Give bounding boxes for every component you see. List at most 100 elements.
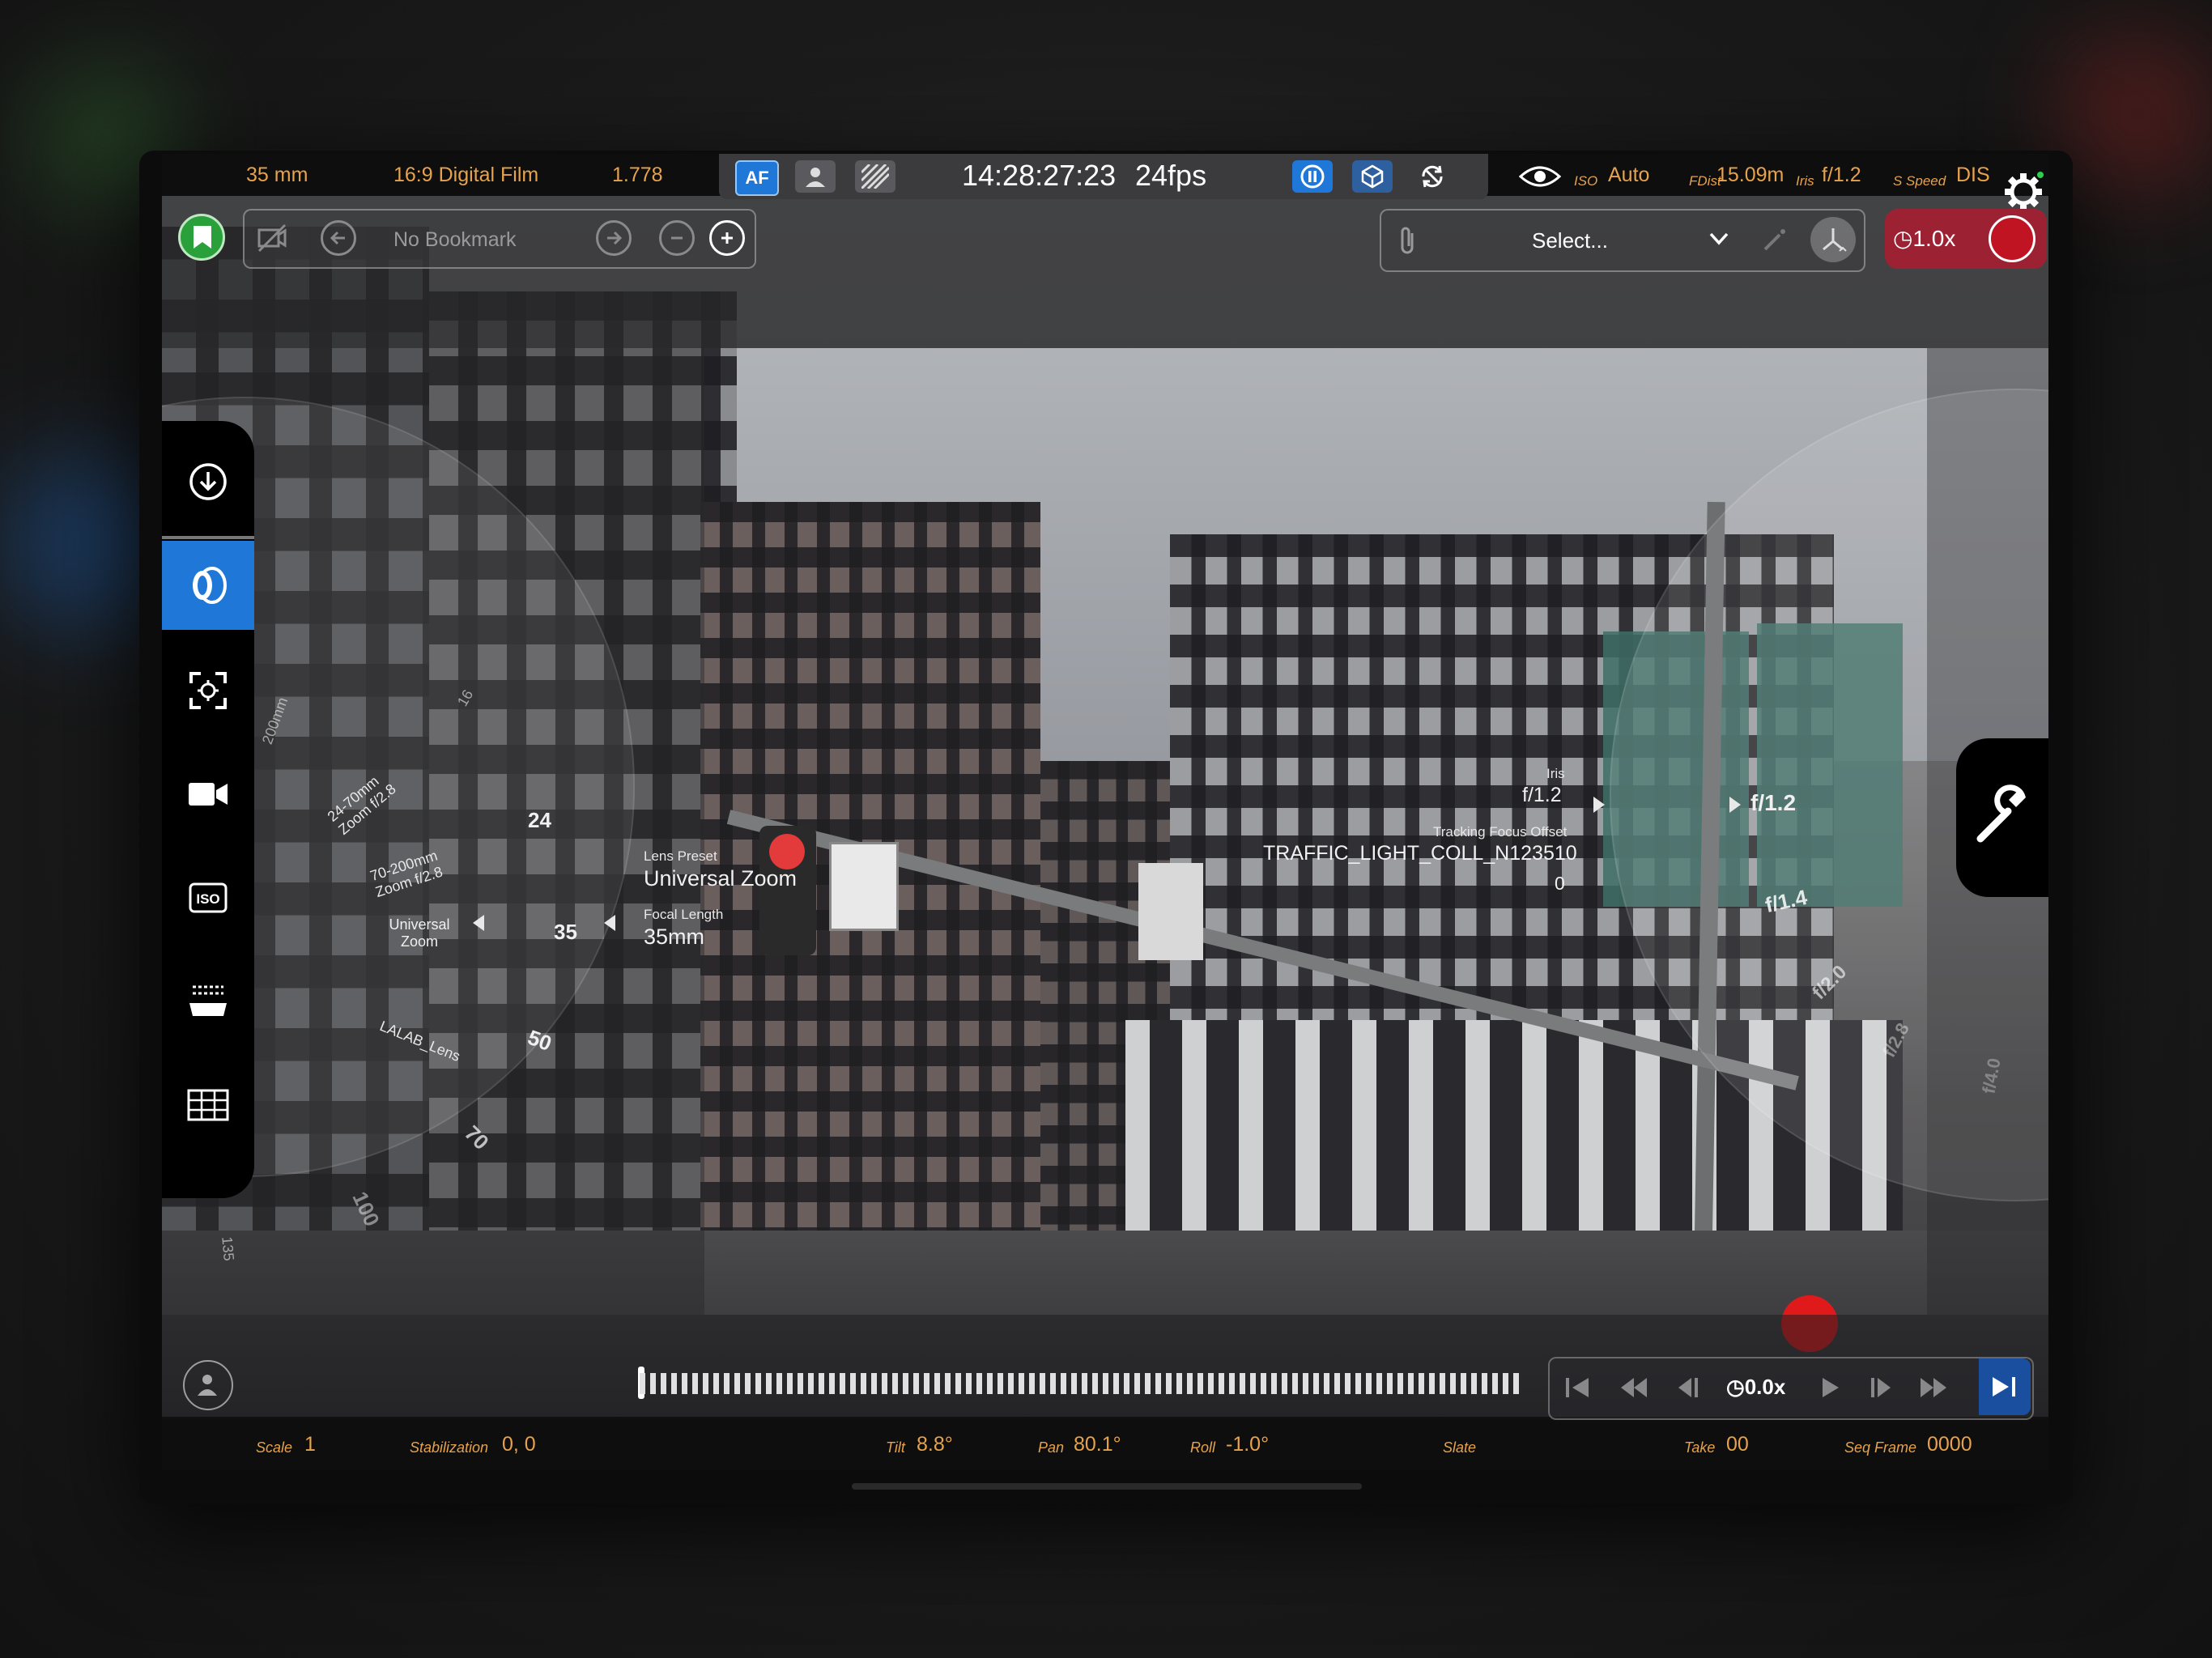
sidebar-item-grid[interactable] (162, 1061, 254, 1150)
iris-value[interactable]: f/1.2 (1822, 164, 1861, 187)
camera-viewport[interactable]: 16 24 35 50 70 100 135 200mm 24-70mm Zoo… (162, 194, 2048, 1417)
arrow-left-icon (330, 231, 345, 245)
sidebar-item-lens[interactable] (162, 541, 254, 630)
next-bookmark-button[interactable] (596, 220, 632, 256)
bookmark-bar: No Bookmark (243, 209, 756, 269)
skip-to-start-button[interactable] (1561, 1373, 1593, 1402)
clock-icon: ◷ (1893, 226, 1913, 251)
skip-to-end-button[interactable] (1979, 1358, 2031, 1415)
transport-controls: ◷0.0x (1548, 1357, 2034, 1420)
remove-bookmark-button[interactable] (659, 220, 695, 256)
sidebar-divider (162, 536, 254, 539)
playback-speed[interactable]: ◷0.0x (1726, 1375, 1785, 1400)
face-tracking-button[interactable] (795, 160, 836, 193)
take-selector[interactable]: Select... (1380, 209, 1865, 272)
iris-label: Iris (1796, 173, 1814, 189)
roll-label: Roll (1190, 1439, 1216, 1456)
add-bookmark-button[interactable] (709, 220, 745, 256)
pause-button[interactable] (1292, 160, 1333, 193)
pan-label: Pan (1038, 1439, 1065, 1456)
iris-stop-current[interactable]: f/1.2 (1750, 790, 1796, 816)
stage-icon (189, 985, 227, 1016)
tools-tab[interactable] (1956, 738, 2048, 897)
record-speed[interactable]: ◷1.0x (1893, 225, 1955, 252)
wand-icon[interactable] (1760, 225, 1789, 254)
record-speed-value: 1.0x (1912, 226, 1956, 251)
bookmark-name: No Bookmark (393, 228, 517, 251)
af-icon: AF (745, 168, 769, 188)
take-value: 00 (1726, 1433, 1749, 1456)
left-tool-sidebar: ISO (162, 421, 254, 1198)
person-icon (806, 168, 825, 187)
paperclip-icon (1401, 227, 1414, 254)
camera-off-icon (257, 223, 287, 253)
previous-bookmark-button[interactable] (321, 220, 356, 256)
lens-dial-tick-current: 35 (554, 920, 577, 944)
framerate-display: 24fps (1135, 159, 1207, 192)
chevron-down-icon[interactable] (1708, 232, 1729, 246)
roll-value: -1.0° (1226, 1433, 1270, 1456)
sync-icon (1422, 165, 1443, 188)
sidebar-item-focus[interactable] (162, 646, 254, 735)
person-icon (198, 1375, 217, 1396)
scene-cube-button[interactable] (1352, 160, 1393, 193)
tilt-label: Tilt (886, 1439, 905, 1456)
timecode-display: 14:28:27:23 (962, 159, 1117, 192)
sidebar-item-iso[interactable]: ISO (162, 853, 254, 942)
iso-value[interactable]: Auto (1608, 164, 1649, 187)
tracking-focus-label: Tracking Focus Offset (1433, 824, 1568, 840)
lens-dial-tick: 24 (528, 808, 551, 832)
record-button[interactable] (1989, 215, 2035, 262)
timeline-scrubber[interactable] (640, 1373, 1522, 1394)
seq-frame-label: Seq Frame (1844, 1439, 1917, 1456)
sidebar-item-camera[interactable] (162, 750, 254, 839)
operator-button[interactable] (183, 1360, 233, 1410)
lens-preset-label: Lens Preset (644, 848, 717, 864)
lens-preset-option-current[interactable]: Universal Zoom (381, 916, 458, 950)
iris-label: Iris (1546, 766, 1565, 781)
fast-forward-icon (1921, 1378, 1946, 1397)
aspect-ratio-readout: 1.778 (612, 164, 663, 186)
grid-icon (187, 1089, 229, 1121)
play-button[interactable] (1814, 1373, 1846, 1402)
axis-mode-button[interactable] (1810, 217, 1856, 262)
dial-pointer (1593, 797, 1605, 813)
sidebar-item-stage[interactable] (162, 957, 254, 1046)
eye-icon[interactable] (1519, 164, 1561, 189)
step-back-icon (1678, 1378, 1698, 1397)
sidebar-item-download[interactable] (162, 437, 254, 526)
sync-button[interactable] (1412, 160, 1453, 193)
hide-bookmark-button[interactable] (254, 220, 290, 256)
tilt-value: 8.8° (917, 1433, 953, 1456)
selector-label: Select... (1532, 228, 1608, 253)
settings-gear-icon[interactable] (2003, 172, 2044, 212)
zebra-stripes-button[interactable] (855, 160, 895, 193)
shutter-speed-value[interactable]: DIS (1956, 164, 1990, 187)
plus-icon (721, 232, 733, 244)
focal-length-label: Focal Length (644, 907, 724, 922)
camera-app-screen: 16 24 35 50 70 100 135 200mm 24-70mm Zoo… (162, 154, 2048, 1470)
step-forward-button[interactable] (1865, 1373, 1898, 1402)
focus-distance-value[interactable]: 15.09m (1716, 164, 1784, 187)
scale-label: Scale (256, 1439, 293, 1456)
rewind-button[interactable] (1618, 1373, 1650, 1402)
shutter-speed-label: S Speed (1893, 173, 1946, 189)
playback-speed-value: 0.0x (1744, 1375, 1786, 1399)
lens-preset-value: Universal Zoom (644, 866, 798, 891)
scene-road-sign (1138, 863, 1203, 960)
iso-label: ISO (1574, 173, 1598, 189)
bookmark-button[interactable] (178, 214, 225, 261)
lens-dial-tick: 135 (219, 1235, 237, 1262)
fast-forward-button[interactable] (1917, 1373, 1950, 1402)
clock-icon: ◷ (1726, 1375, 1745, 1399)
step-back-button[interactable] (1671, 1373, 1704, 1402)
lens-icon (193, 567, 227, 604)
arrow-right-icon (607, 231, 623, 245)
bookmark-icon (194, 226, 211, 249)
bottom-status-bar: Scale 1 Stabilization 0, 0 Tilt 8.8° Pan… (162, 1420, 2048, 1470)
tracking-target: TRAFFIC_LIGHT_COLL_N123510 (1263, 842, 1577, 865)
pause-icon (1300, 164, 1325, 189)
dial-pointer (473, 915, 484, 931)
focal-length-readout: 35 mm (246, 164, 308, 186)
autofocus-toggle-button[interactable]: AF (735, 160, 779, 196)
